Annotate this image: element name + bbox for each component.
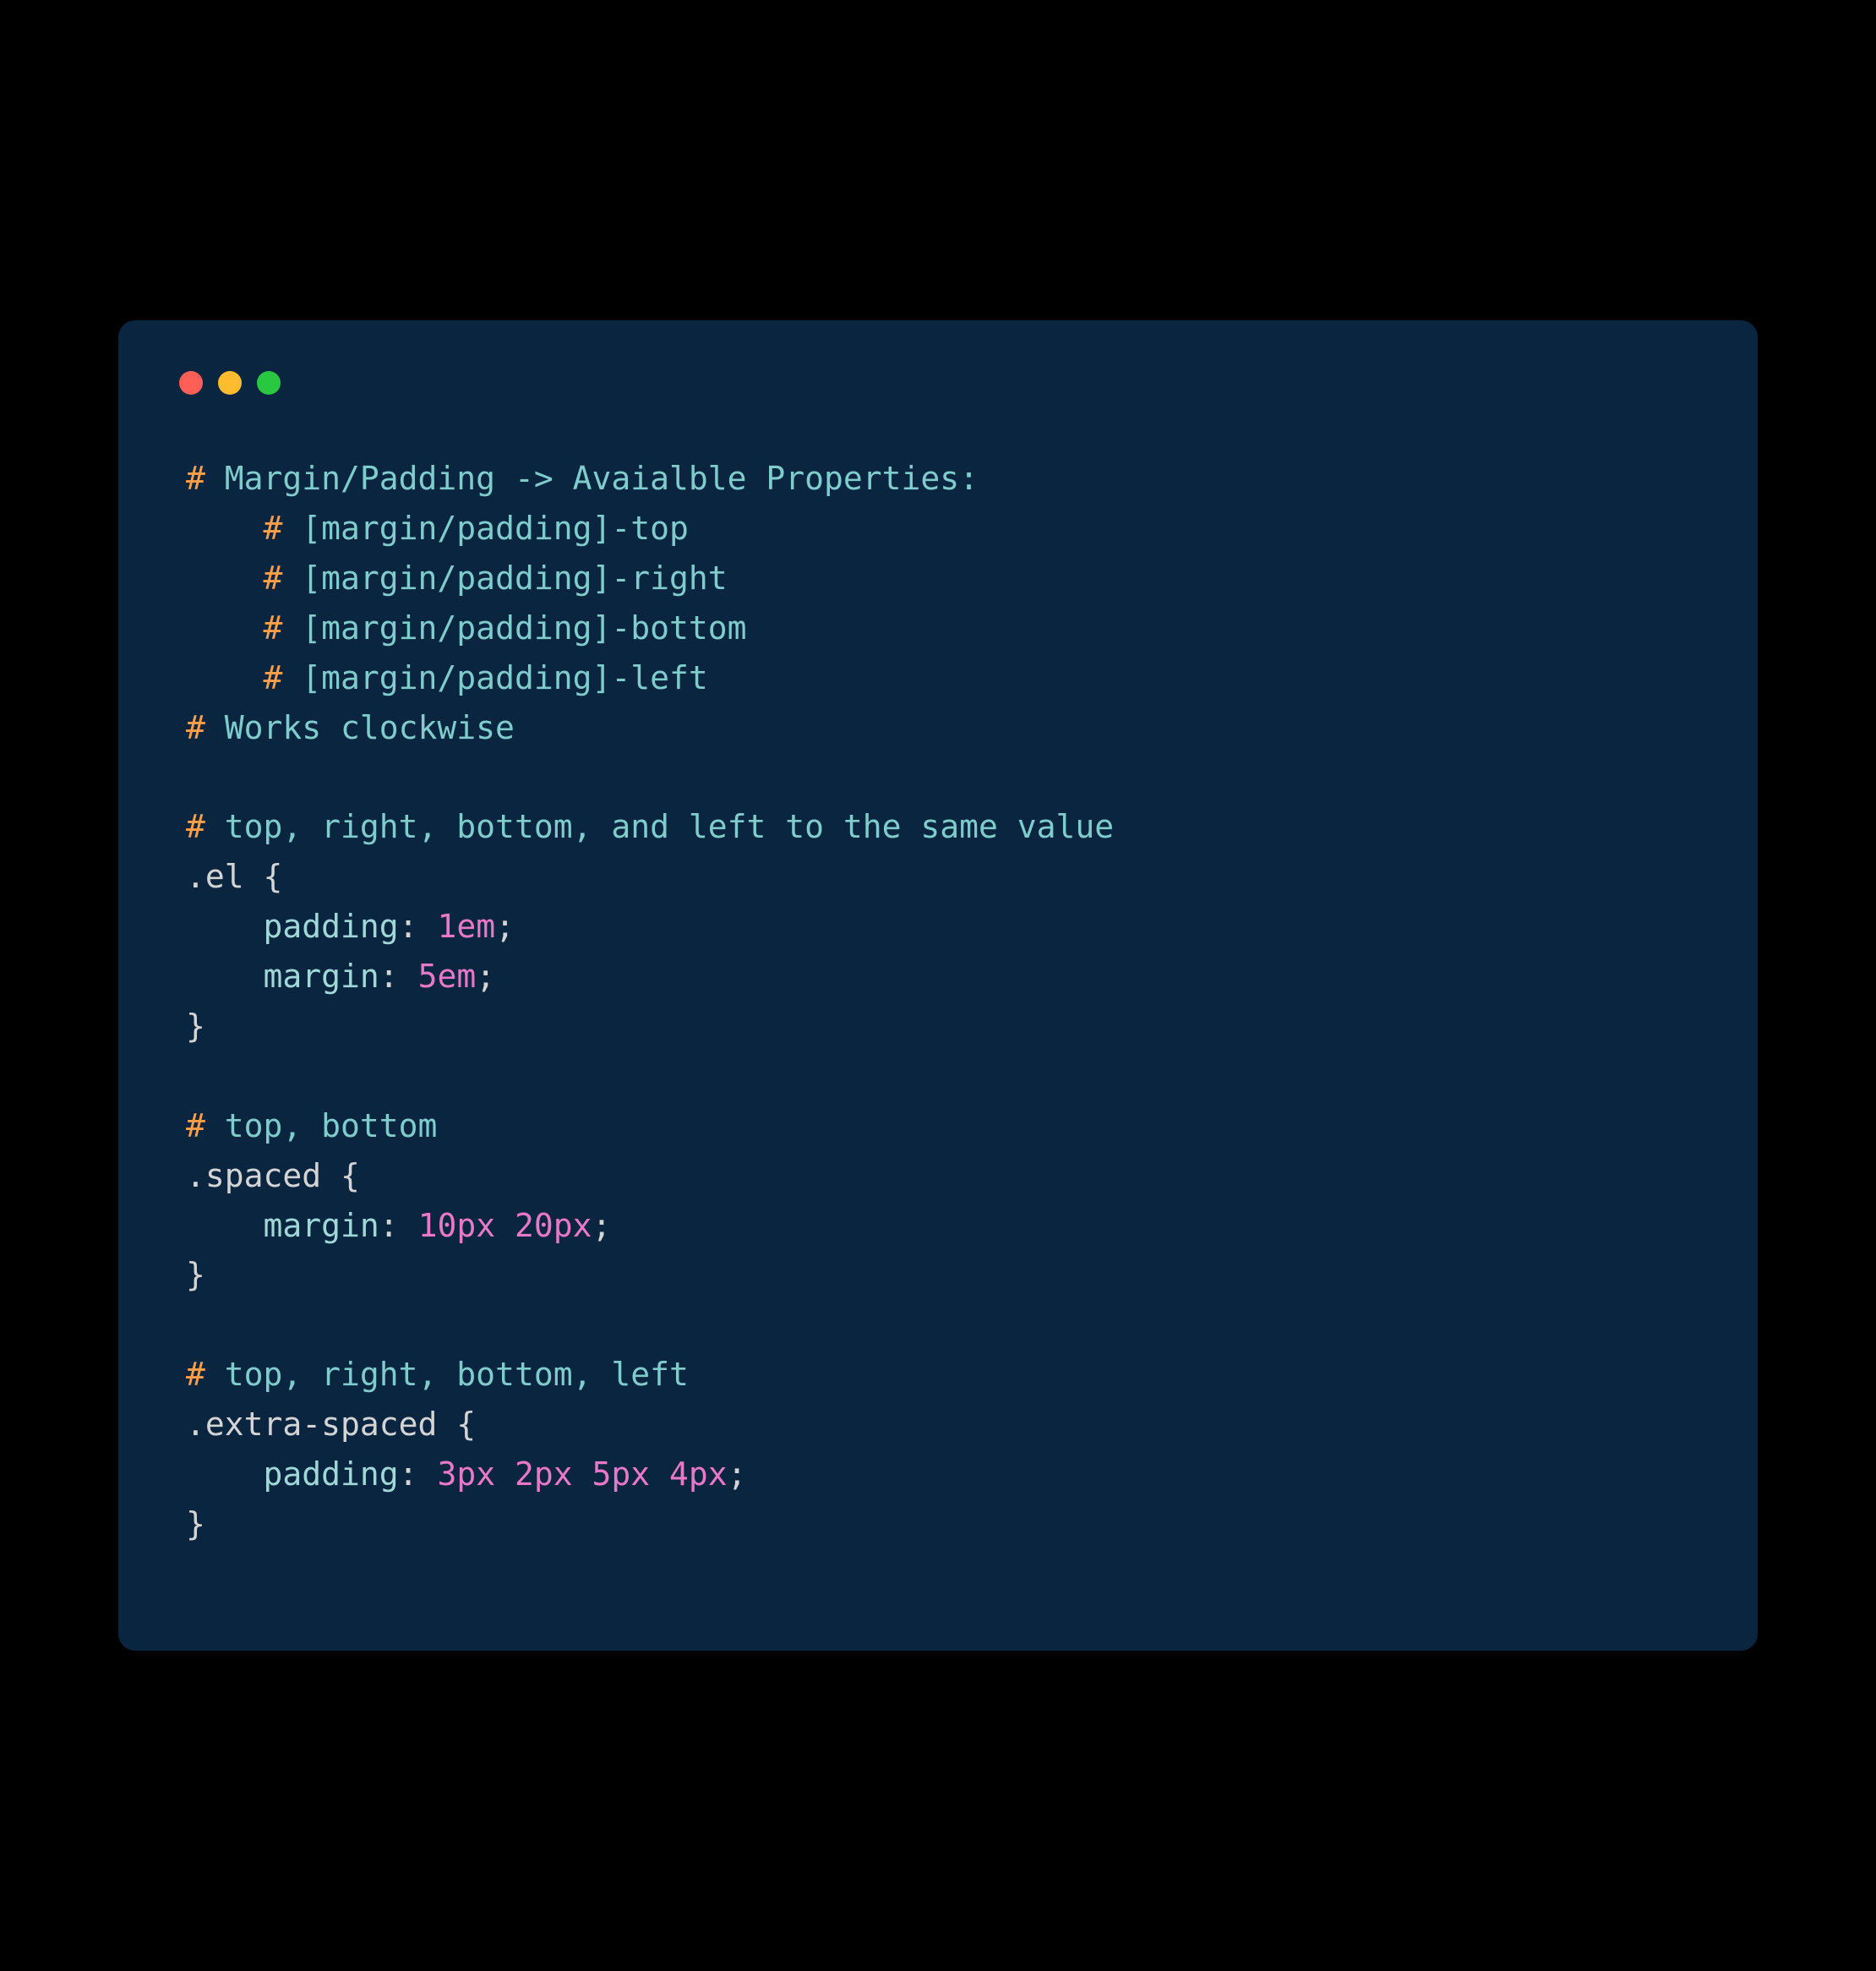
semicolon: ; <box>592 1207 611 1244</box>
brace-close: } <box>186 1007 205 1045</box>
semicolon: ; <box>728 1455 747 1493</box>
semicolon: ; <box>495 908 515 945</box>
css-value: 10px 20px <box>418 1207 592 1244</box>
comment-text: Margin/Padding -> Avaialble Properties: <box>205 460 979 497</box>
indent <box>186 1455 264 1493</box>
css-property: padding <box>264 908 399 945</box>
css-property: margin <box>264 958 379 995</box>
close-icon[interactable] <box>179 371 203 395</box>
comment-text: [margin/padding]-left <box>282 659 707 696</box>
css-value: 3px 2px 5px 4px <box>437 1455 727 1493</box>
colon: : <box>399 1455 438 1493</box>
minimize-icon[interactable] <box>218 371 242 395</box>
indent <box>186 659 264 696</box>
comment-text: [margin/padding]-bottom <box>282 609 746 647</box>
indent <box>186 908 264 945</box>
comment-hash: # <box>264 609 283 647</box>
comment-hash: # <box>186 808 205 845</box>
brace-open: { <box>341 1157 360 1194</box>
comment-hash: # <box>186 460 205 497</box>
indent <box>186 609 264 647</box>
comment-hash: # <box>186 1107 205 1144</box>
semicolon: ; <box>476 958 495 995</box>
indent <box>186 1207 264 1244</box>
comment-text: Works clockwise <box>205 709 515 746</box>
css-property: padding <box>264 1455 399 1493</box>
indent <box>186 958 264 995</box>
code-block: # Margin/Padding -> Avaialble Properties… <box>186 454 1690 1549</box>
comment-hash: # <box>264 560 283 597</box>
comment-text: top, right, bottom, left <box>205 1356 689 1393</box>
css-selector: .spaced <box>186 1157 341 1194</box>
brace-close: } <box>186 1256 205 1293</box>
colon: : <box>399 908 438 945</box>
comment-hash: # <box>186 1356 205 1393</box>
css-value: 5em <box>418 958 477 995</box>
maximize-icon[interactable] <box>257 371 281 395</box>
brace-open: { <box>264 858 283 895</box>
colon: : <box>379 1207 418 1244</box>
comment-hash: # <box>264 510 283 547</box>
css-value: 1em <box>437 908 495 945</box>
comment-text: [margin/padding]-top <box>282 510 688 547</box>
comment-text: top, bottom <box>205 1107 438 1144</box>
brace-open: { <box>456 1406 476 1443</box>
indent <box>186 510 264 547</box>
comment-text: [margin/padding]-right <box>282 560 727 597</box>
css-selector: .el <box>186 858 264 895</box>
comment-hash: # <box>186 709 205 746</box>
comment-hash: # <box>264 659 283 696</box>
css-property: margin <box>264 1207 379 1244</box>
indent <box>186 560 264 597</box>
colon: : <box>379 958 418 995</box>
comment-text: top, right, bottom, and left to the same… <box>205 808 1114 845</box>
code-window: # Margin/Padding -> Avaialble Properties… <box>118 320 1758 1651</box>
traffic-lights <box>179 371 1690 395</box>
brace-close: } <box>186 1505 205 1542</box>
css-selector: .extra-spaced <box>186 1406 456 1443</box>
